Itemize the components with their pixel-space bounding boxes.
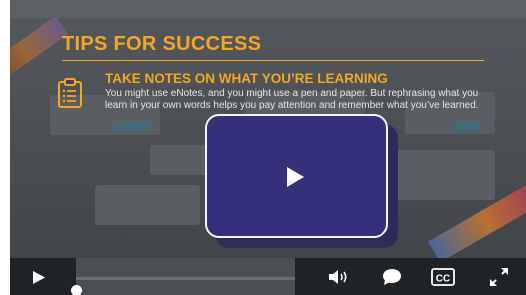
title-divider <box>62 60 484 61</box>
progress-track <box>76 277 295 280</box>
volume-icon <box>329 270 347 284</box>
fullscreen-icon <box>490 268 508 286</box>
play-button[interactable] <box>32 270 46 290</box>
closed-captions-button[interactable]: CC <box>431 268 455 291</box>
closed-captions-icon: CC <box>431 268 455 286</box>
play-icon <box>33 271 45 284</box>
cc-label: CC <box>436 274 450 285</box>
video-player[interactable]: TIPS FOR SUCCESS TAKE NOTES ON WHAT YOU’… <box>10 0 526 295</box>
progress-handle[interactable] <box>71 285 82 295</box>
fullscreen-button[interactable] <box>489 267 509 292</box>
tip-body: You might use eNotes, and you might use … <box>105 88 479 111</box>
speech-bubble-icon <box>383 269 401 285</box>
clipboard-icon <box>57 78 83 108</box>
big-play-button[interactable] <box>205 114 388 238</box>
volume-button[interactable] <box>328 268 350 291</box>
tip-heading: TAKE NOTES ON WHAT YOU’RE LEARNING <box>105 71 388 86</box>
slide-title: TIPS FOR SUCCESS <box>62 33 262 55</box>
page-margin <box>0 0 10 295</box>
play-icon <box>287 167 304 187</box>
progress-bar[interactable] <box>76 258 295 295</box>
transcript-button[interactable] <box>382 268 402 291</box>
control-bar: CC <box>10 258 526 295</box>
